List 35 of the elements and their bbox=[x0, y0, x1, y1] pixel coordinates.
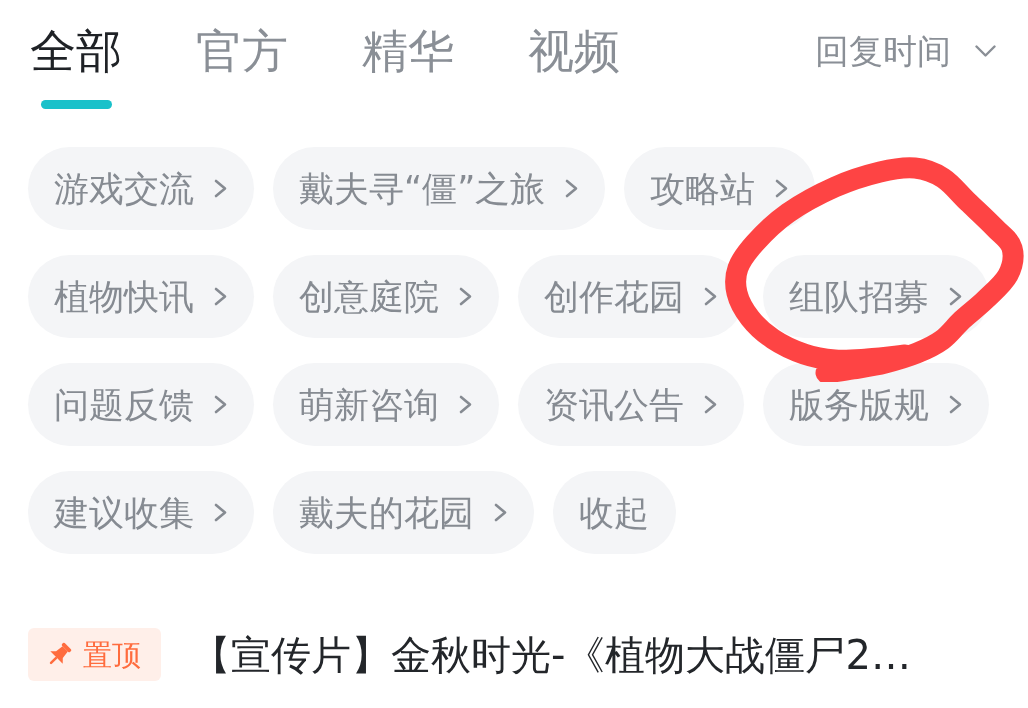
chevron-right-icon bbox=[214, 179, 227, 198]
category-chip[interactable]: 创意庭院 bbox=[273, 255, 499, 338]
category-chip[interactable]: 资讯公告 bbox=[518, 363, 744, 446]
post-title[interactable]: 【宣传片】金秋时光-《植物大战僵尸2… bbox=[191, 629, 911, 680]
tab[interactable]: 视频 bbox=[528, 24, 620, 109]
pinned-label: 置顶 bbox=[83, 637, 141, 672]
category-chip[interactable]: 植物快讯 bbox=[28, 255, 254, 338]
category-chip[interactable]: 版务版规 bbox=[763, 363, 989, 446]
chevron-right-icon bbox=[459, 395, 472, 414]
category-chip[interactable]: 问题反馈 bbox=[28, 363, 254, 446]
collapse-chip[interactable]: 收起 bbox=[553, 471, 676, 554]
category-chip[interactable]: 建议收集 bbox=[28, 471, 254, 554]
chevron-right-icon bbox=[214, 395, 227, 414]
category-chip[interactable]: 萌新咨询 bbox=[273, 363, 499, 446]
category-chip[interactable]: 戴夫寻“僵”之旅 bbox=[273, 147, 606, 230]
chevron-down-icon bbox=[975, 45, 996, 57]
chevron-right-icon bbox=[494, 503, 507, 522]
category-chip[interactable]: 游戏交流 bbox=[28, 147, 254, 230]
tab-indicator bbox=[40, 100, 112, 109]
category-chip[interactable]: 攻略站 bbox=[624, 147, 816, 230]
chevron-right-icon bbox=[214, 287, 227, 306]
chevron-right-icon bbox=[565, 179, 579, 198]
tab[interactable]: 全部 bbox=[30, 24, 122, 109]
chevron-right-icon bbox=[704, 395, 717, 414]
chevron-right-icon bbox=[459, 287, 472, 306]
chevron-right-icon bbox=[775, 179, 789, 198]
chevron-right-icon bbox=[214, 503, 227, 522]
sort-dropdown[interactable]: 回复时间 bbox=[815, 31, 996, 71]
chevron-right-icon bbox=[704, 287, 717, 306]
chevron-right-icon bbox=[949, 395, 962, 414]
category-chip[interactable]: 戴夫的花园 bbox=[273, 471, 534, 554]
category-chip[interactable]: 组队招募 bbox=[763, 255, 989, 338]
tab[interactable]: 官方 bbox=[196, 24, 288, 109]
chevron-right-icon bbox=[949, 287, 962, 306]
tab[interactable]: 精华 bbox=[362, 24, 454, 109]
